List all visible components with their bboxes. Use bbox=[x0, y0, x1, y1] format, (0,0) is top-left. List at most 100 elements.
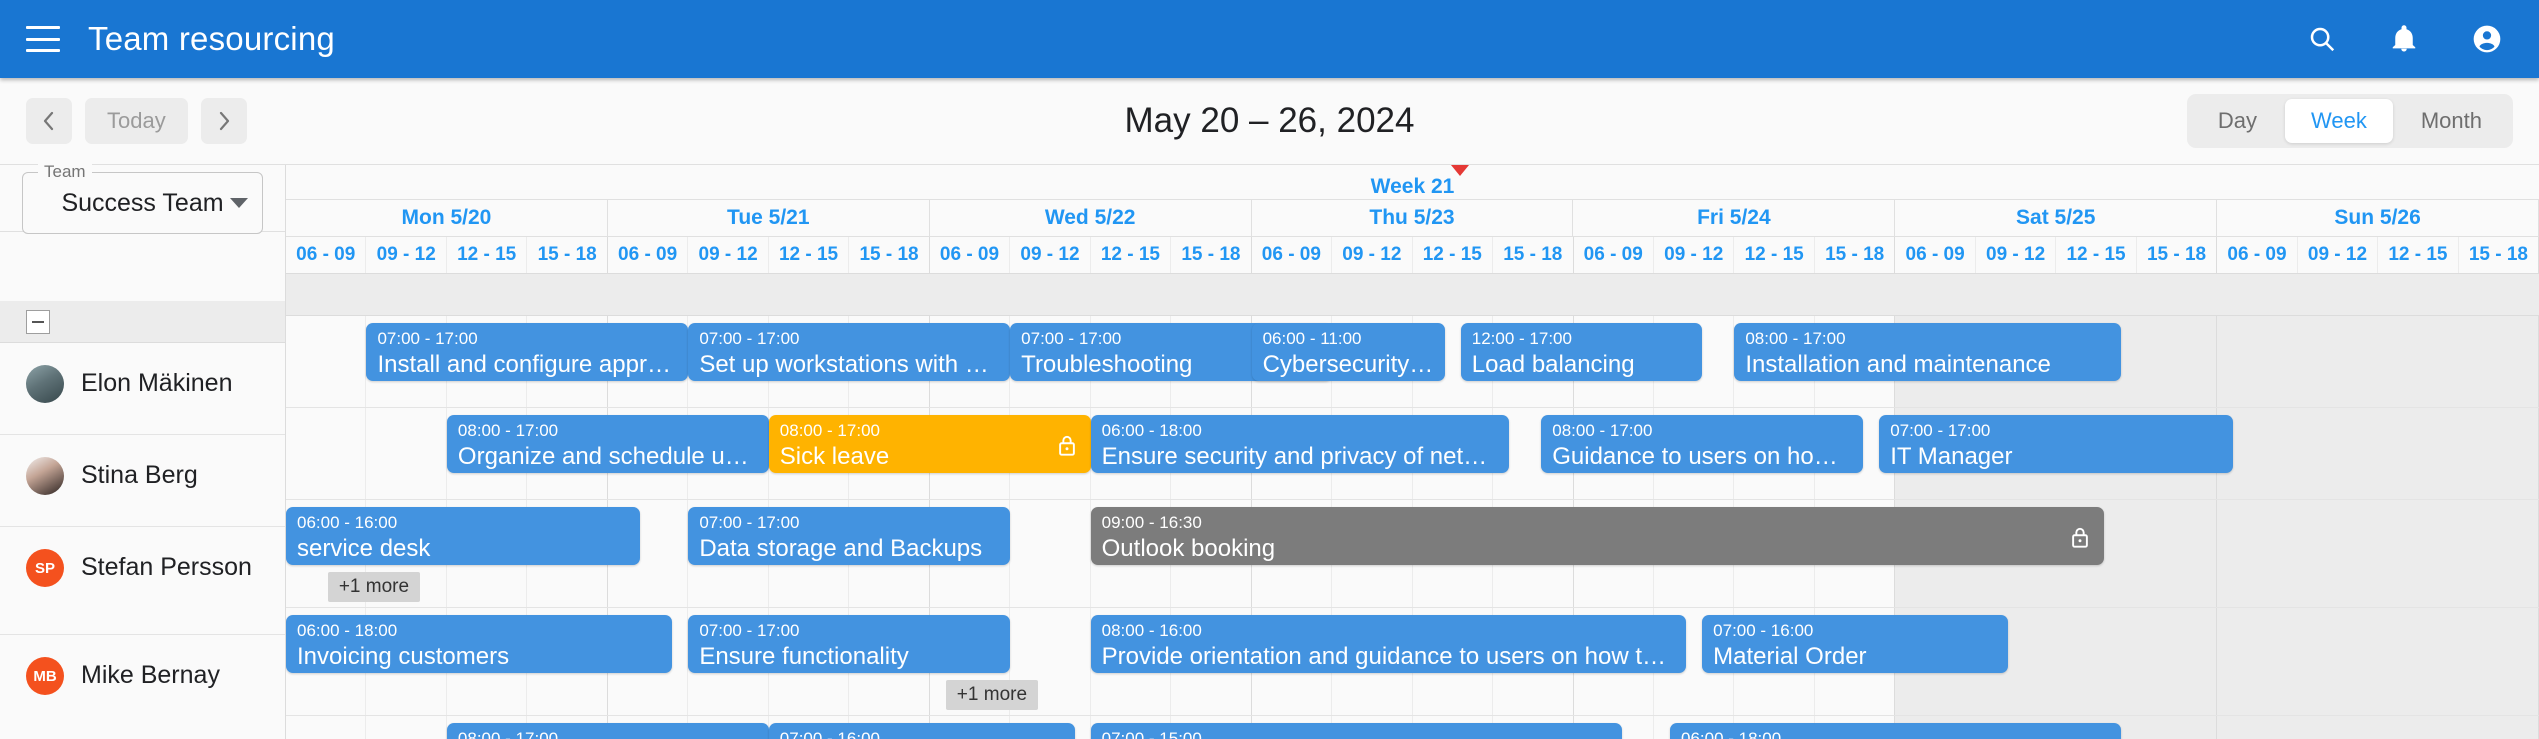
calendar-event[interactable]: 08:00 - 16:00 Provide orientation and gui… bbox=[1090, 615, 1687, 673]
calendar-event[interactable]: 08:00 - 17:00 Installation and maintenanc… bbox=[1734, 323, 2121, 381]
time-slot-header[interactable]: 06 - 09 bbox=[2217, 237, 2298, 273]
calendar-event[interactable]: 06:00 - 11:00 Cybersecurity… bbox=[1251, 323, 1445, 381]
schedule-cell[interactable] bbox=[2378, 716, 2459, 739]
day-header[interactable]: Thu 5/23 bbox=[1251, 200, 1574, 236]
day-header[interactable]: Sun 5/26 bbox=[2217, 200, 2539, 236]
calendar-event[interactable]: 06:00 - 18:00 Ensure security and privacy… bbox=[1090, 415, 1510, 473]
time-slot-header[interactable]: 09 - 12 bbox=[1010, 237, 1091, 273]
schedule-cell[interactable] bbox=[2458, 716, 2539, 739]
time-slot-header[interactable]: 09 - 12 bbox=[1975, 237, 2057, 273]
view-button-week[interactable]: Week bbox=[2285, 99, 2393, 143]
day-header[interactable]: Tue 5/21 bbox=[607, 200, 930, 236]
today-button[interactable]: Today bbox=[85, 98, 188, 144]
collapse-group-icon[interactable] bbox=[26, 309, 50, 334]
time-slot-header[interactable]: 12 - 15 bbox=[2378, 237, 2459, 273]
previous-period-button[interactable] bbox=[26, 98, 72, 144]
time-slot-header[interactable]: 12 - 15 bbox=[2056, 237, 2137, 273]
time-slot-header[interactable]: 15 - 18 bbox=[1171, 237, 1252, 273]
schedule-cell[interactable] bbox=[2136, 500, 2218, 607]
schedule-cell[interactable] bbox=[286, 408, 367, 499]
schedule-cell[interactable] bbox=[2297, 716, 2379, 739]
calendar-event[interactable]: 07:00 - 17:00 Data storage and Backups bbox=[688, 507, 1011, 565]
calendar-event[interactable]: 08:00 - 17:00 Organize and schedule upg… bbox=[446, 415, 769, 473]
calendar-event[interactable]: 06:00 - 16:00 service desk bbox=[286, 507, 641, 565]
calendar-event[interactable]: 08:00 - 17:00 Guidance to users on how t… bbox=[1541, 415, 1864, 473]
schedule-cell[interactable] bbox=[2056, 608, 2137, 715]
time-slot-header[interactable]: 12 - 15 bbox=[768, 237, 850, 273]
time-slot-header[interactable]: 09 - 12 bbox=[1332, 237, 1413, 273]
more-events-chip[interactable]: +1 more bbox=[327, 572, 421, 602]
time-slot-header[interactable]: 15 - 18 bbox=[1493, 237, 1574, 273]
view-button-month[interactable]: Month bbox=[2395, 99, 2508, 143]
schedule-cell[interactable] bbox=[2378, 608, 2459, 715]
time-slot-header[interactable]: 15 - 18 bbox=[1814, 237, 1896, 273]
schedule-cell[interactable] bbox=[366, 408, 447, 499]
chevron-down-icon[interactable] bbox=[230, 198, 248, 208]
schedule-cell[interactable] bbox=[2136, 716, 2218, 739]
time-slot-header[interactable]: 15 - 18 bbox=[849, 237, 930, 273]
schedule-cell[interactable] bbox=[2297, 608, 2379, 715]
day-header[interactable]: Sat 5/25 bbox=[1895, 200, 2218, 236]
calendar-event[interactable]: 07:00 - 17:00 Install and configure appro… bbox=[366, 323, 689, 381]
calendar-event[interactable]: 08:00 - 17:00Team resourcing bbox=[446, 723, 769, 739]
calendar-event[interactable]: 06:00 - 18:00 Invoicing customers bbox=[286, 615, 673, 673]
schedule-cell[interactable] bbox=[2297, 408, 2379, 499]
time-slot-header[interactable]: 06 - 09 bbox=[929, 237, 1011, 273]
calendar-event[interactable]: 09:00 - 16:30 Outlook booking bbox=[1090, 507, 2105, 565]
time-slot-header[interactable]: 15 - 18 bbox=[2136, 237, 2218, 273]
hamburger-menu-icon[interactable] bbox=[26, 26, 60, 52]
schedule-cell[interactable] bbox=[286, 716, 367, 739]
schedule-cell[interactable] bbox=[286, 316, 367, 407]
time-slot-header[interactable]: 12 - 15 bbox=[1734, 237, 1815, 273]
time-slot-header[interactable]: 06 - 09 bbox=[286, 237, 367, 273]
calendar-event[interactable]: 07:00 - 16:00Monitoring and maintaining… bbox=[768, 723, 1075, 739]
time-slot-header[interactable]: 09 - 12 bbox=[2297, 237, 2379, 273]
schedule-cell[interactable] bbox=[2297, 500, 2379, 607]
day-header[interactable]: Mon 5/20 bbox=[286, 200, 608, 236]
schedule-cell[interactable] bbox=[2136, 608, 2218, 715]
calendar-event[interactable]: 07:00 - 17:00 Ensure functionality bbox=[688, 615, 1011, 673]
schedule-cell[interactable] bbox=[2217, 716, 2298, 739]
schedule-cell[interactable] bbox=[2458, 408, 2539, 499]
resource-row[interactable]: SP Stefan Persson bbox=[0, 527, 285, 635]
calendar-event[interactable]: 07:00 - 17:00 IT Manager bbox=[1879, 415, 2234, 473]
day-header[interactable]: Wed 5/22 bbox=[929, 200, 1252, 236]
schedule-cell[interactable] bbox=[2458, 316, 2539, 407]
schedule-cell[interactable] bbox=[2297, 316, 2379, 407]
time-slot-header[interactable]: 09 - 12 bbox=[688, 237, 769, 273]
schedule-cell[interactable] bbox=[2378, 500, 2459, 607]
calendar-event[interactable]: 12:00 - 17:00 Load balancing bbox=[1460, 323, 1703, 381]
schedule-cell[interactable] bbox=[2458, 608, 2539, 715]
schedule-cell[interactable] bbox=[2458, 500, 2539, 607]
time-slot-header[interactable]: 12 - 15 bbox=[446, 237, 528, 273]
schedule-cell[interactable] bbox=[366, 716, 447, 739]
bell-icon[interactable] bbox=[2389, 24, 2419, 54]
time-slot-header[interactable]: 06 - 09 bbox=[1895, 237, 1976, 273]
calendar-event[interactable]: 07:00 - 15:00Installing and configuring … bbox=[1090, 723, 1622, 739]
next-period-button[interactable] bbox=[200, 98, 247, 144]
resource-row[interactable]: Elon Mäkinen bbox=[0, 343, 285, 435]
time-slot-header[interactable]: 09 - 12 bbox=[366, 237, 447, 273]
account-circle-icon[interactable] bbox=[2471, 23, 2503, 55]
calendar-event[interactable]: 08:00 - 17:00 Sick leave bbox=[768, 415, 1091, 473]
calendar-event[interactable]: 07:00 - 16:00 Material Order bbox=[1702, 615, 2008, 673]
calendar-event[interactable]: 07:00 - 17:00 Set up workstations with co… bbox=[688, 323, 1011, 381]
schedule-cell[interactable] bbox=[2217, 500, 2298, 607]
schedule-cell[interactable] bbox=[2217, 608, 2298, 715]
team-select[interactable]: Team Success Team bbox=[22, 162, 263, 234]
time-slot-header[interactable]: 15 - 18 bbox=[527, 237, 608, 273]
view-button-day[interactable]: Day bbox=[2192, 99, 2283, 143]
schedule-cell[interactable] bbox=[2378, 408, 2459, 499]
more-events-chip[interactable]: +1 more bbox=[945, 680, 1039, 710]
schedule-cell[interactable] bbox=[2136, 316, 2218, 407]
resource-row[interactable]: MB Mike Bernay bbox=[0, 635, 285, 739]
time-slot-header[interactable]: 06 - 09 bbox=[1251, 237, 1333, 273]
time-slot-header[interactable]: 06 - 09 bbox=[607, 237, 689, 273]
time-slot-header[interactable]: 12 - 15 bbox=[1090, 237, 1172, 273]
day-header[interactable]: Fri 5/24 bbox=[1573, 200, 1896, 236]
resource-row[interactable]: Stina Berg bbox=[0, 435, 285, 527]
time-slot-header[interactable]: 09 - 12 bbox=[1653, 237, 1735, 273]
time-slot-header[interactable]: 15 - 18 bbox=[2458, 237, 2539, 273]
calendar-event[interactable]: 06:00 - 18:00Develop and maintain local … bbox=[1669, 723, 2121, 739]
schedule-cell[interactable] bbox=[2217, 316, 2298, 407]
